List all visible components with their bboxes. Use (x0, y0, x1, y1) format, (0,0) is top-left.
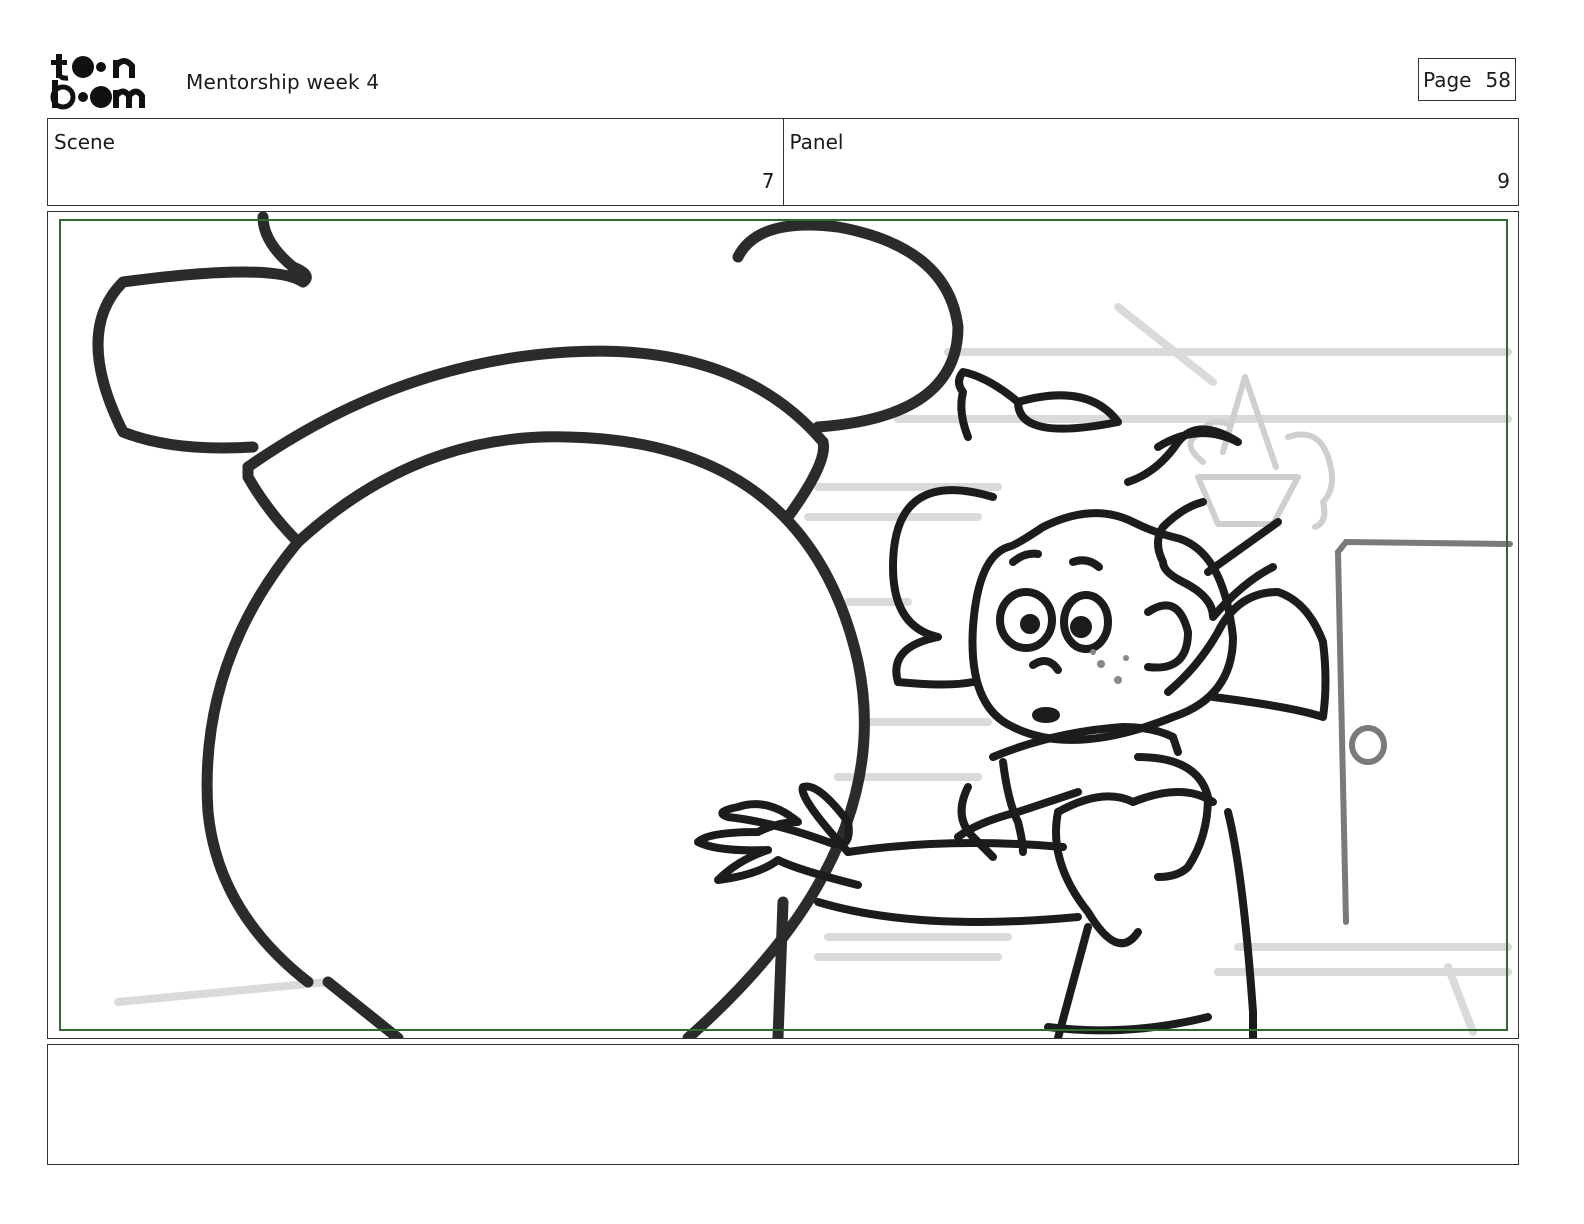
scene-number: 7 (761, 169, 775, 193)
storyboard-panel (47, 211, 1519, 1039)
panel-sketch (92, 212, 1513, 1038)
page-label: Page (1423, 67, 1472, 92)
panel-number: 9 (1497, 169, 1510, 193)
scene-panel-info: Scene 7 Panel 9 (47, 118, 1519, 206)
toon-boom-logo (50, 50, 165, 112)
scene-label: Scene (54, 130, 115, 154)
panel-notes-box (47, 1044, 1519, 1165)
document-title: Mentorship week 4 (186, 70, 380, 94)
page-indicator: Page 58 (1418, 58, 1516, 101)
scene-cell: Scene 7 (48, 119, 783, 205)
round-object (92, 212, 964, 1038)
page-number: 58 (1485, 67, 1511, 92)
hanging-plant (1187, 374, 1335, 530)
panel-cell: Panel 9 (782, 119, 1519, 205)
door (1334, 538, 1513, 925)
panel-label: Panel (789, 130, 844, 154)
freckles (1090, 649, 1129, 684)
